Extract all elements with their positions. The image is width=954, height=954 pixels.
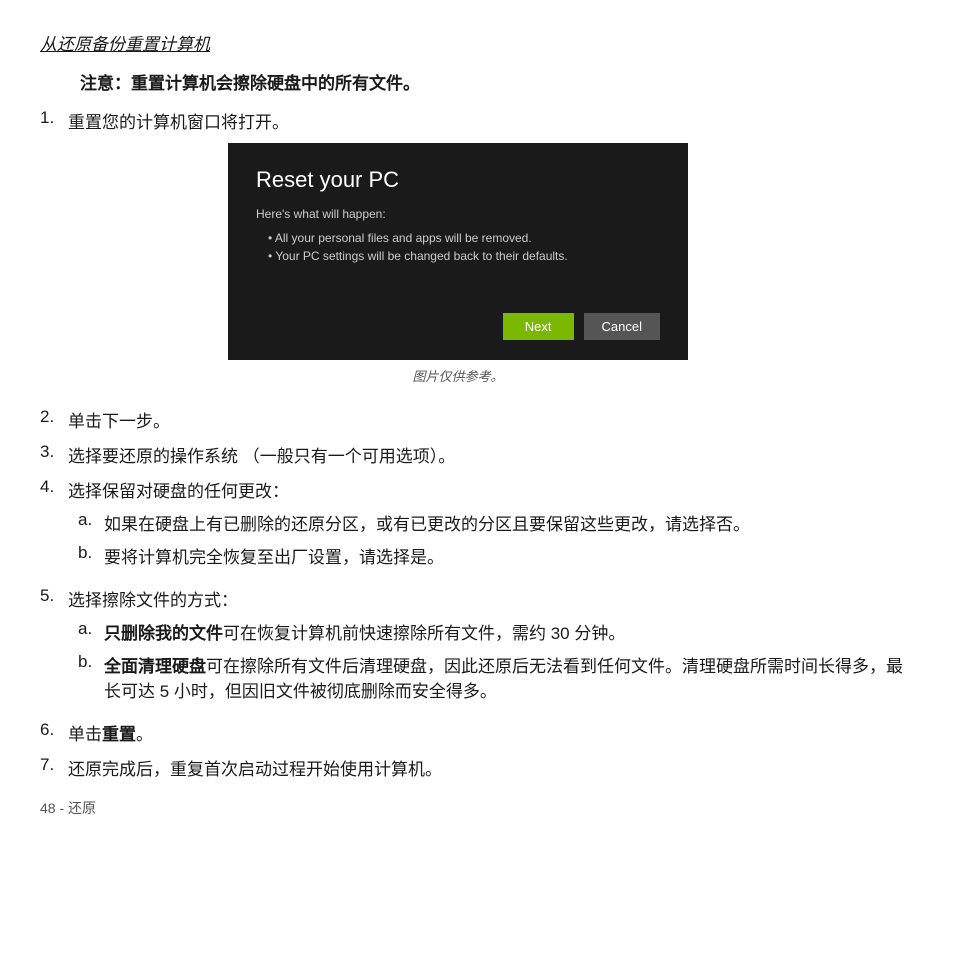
step-5b-bold: 全面清理硬盘 <box>104 657 206 676</box>
step-7-content: 还原完成后，重复首次启动过程开始使用计算机。 <box>68 755 914 780</box>
step-1-number: 1. <box>40 108 68 128</box>
step-1-content: 重置您的计算机窗口将打开。 Reset your PC Here's what … <box>68 108 914 397</box>
step-5b-letter: b. <box>68 652 104 672</box>
step-7-number: 7. <box>40 755 68 775</box>
page-title: 从还原备份重置计算机 <box>40 30 914 55</box>
reset-pc-dialog: Reset your PC Here's what will happen: A… <box>228 143 688 360</box>
step-5b-content: 全面清理硬盘可在擦除所有文件后清理硬盘，因此还原后无法看到任何文件。清理硬盘所需… <box>104 652 914 702</box>
step-4: 4. 选择保留对硬盘的任何更改： a. 如果在硬盘上有已删除的还原分区，或有已更… <box>40 477 914 576</box>
step-7: 7. 还原完成后，重复首次启动过程开始使用计算机。 <box>40 755 914 780</box>
step-4a: a. 如果在硬盘上有已删除的还原分区，或有已更改的分区且要保留这些更改，请选择否… <box>68 510 914 535</box>
dialog-subtitle: Here's what will happen: <box>256 207 660 221</box>
step-2: 2. 单击下一步。 <box>40 407 914 432</box>
footer-text: 48 - 还原 <box>40 798 914 818</box>
step-5a-bold: 只删除我的文件 <box>104 624 223 643</box>
step-1: 1. 重置您的计算机窗口将打开。 Reset your PC Here's wh… <box>40 108 914 397</box>
step-4a-content: 如果在硬盘上有已删除的还原分区，或有已更改的分区且要保留这些更改，请选择否。 <box>104 510 914 535</box>
step-5-number: 5. <box>40 586 68 606</box>
step-3: 3. 选择要还原的操作系统 （一般只有一个可用选项）。 <box>40 442 914 467</box>
step-4a-letter: a. <box>68 510 104 530</box>
step-2-content: 单击下一步。 <box>68 407 914 432</box>
step-2-number: 2. <box>40 407 68 427</box>
step-5a-content: 只删除我的文件可在恢复计算机前快速擦除所有文件，需约 30 分钟。 <box>104 619 914 644</box>
dialog-buttons: Next Cancel <box>256 313 660 340</box>
step-3-number: 3. <box>40 442 68 462</box>
step-5-content: 选择擦除文件的方式： a. 只删除我的文件可在恢复计算机前快速擦除所有文件，需约… <box>68 586 914 710</box>
dialog-title: Reset your PC <box>256 167 660 193</box>
step-4b-content: 要将计算机完全恢复至出厂设置，请选择是。 <box>104 543 914 568</box>
step-5a-letter: a. <box>68 619 104 639</box>
cancel-button[interactable]: Cancel <box>584 313 660 340</box>
step-5b-rest: 可在擦除所有文件后清理硬盘，因此还原后无法看到任何文件。清理硬盘所需时间长得多，… <box>104 657 903 701</box>
step-6-bold: 重置 <box>102 725 136 744</box>
next-button[interactable]: Next <box>503 313 574 340</box>
step-5: 5. 选择擦除文件的方式： a. 只删除我的文件可在恢复计算机前快速擦除所有文件… <box>40 586 914 710</box>
screenshot-container: Reset your PC Here's what will happen: A… <box>228 143 688 385</box>
step-4-substeps: a. 如果在硬盘上有已删除的还原分区，或有已更改的分区且要保留这些更改，请选择否… <box>68 510 914 568</box>
step-6: 6. 单击重置。 <box>40 720 914 745</box>
step-5-substeps: a. 只删除我的文件可在恢复计算机前快速擦除所有文件，需约 30 分钟。 b. … <box>68 619 914 702</box>
step-4b-letter: b. <box>68 543 104 563</box>
dialog-bullet-2: Your PC settings will be changed back to… <box>256 249 660 263</box>
step-5a: a. 只删除我的文件可在恢复计算机前快速擦除所有文件，需约 30 分钟。 <box>68 619 914 644</box>
step-4-number: 4. <box>40 477 68 497</box>
step-6-before: 单击 <box>68 725 102 744</box>
step-5b: b. 全面清理硬盘可在擦除所有文件后清理硬盘，因此还原后无法看到任何文件。清理硬… <box>68 652 914 702</box>
step-4b: b. 要将计算机完全恢复至出厂设置，请选择是。 <box>68 543 914 568</box>
caption: 图片仅供参考。 <box>228 366 688 385</box>
step-4-content: 选择保留对硬盘的任何更改： a. 如果在硬盘上有已删除的还原分区，或有已更改的分… <box>68 477 914 576</box>
warning-text: 注意：重置计算机会擦除硬盘中的所有文件。 <box>80 69 914 94</box>
step-6-number: 6. <box>40 720 68 740</box>
step-5a-rest: 可在恢复计算机前快速擦除所有文件，需约 30 分钟。 <box>223 624 625 643</box>
dialog-bullet-1: All your personal files and apps will be… <box>256 231 660 245</box>
step-3-content: 选择要还原的操作系统 （一般只有一个可用选项）。 <box>68 442 914 467</box>
step-6-after: 。 <box>136 725 153 744</box>
step-6-content: 单击重置。 <box>68 720 914 745</box>
